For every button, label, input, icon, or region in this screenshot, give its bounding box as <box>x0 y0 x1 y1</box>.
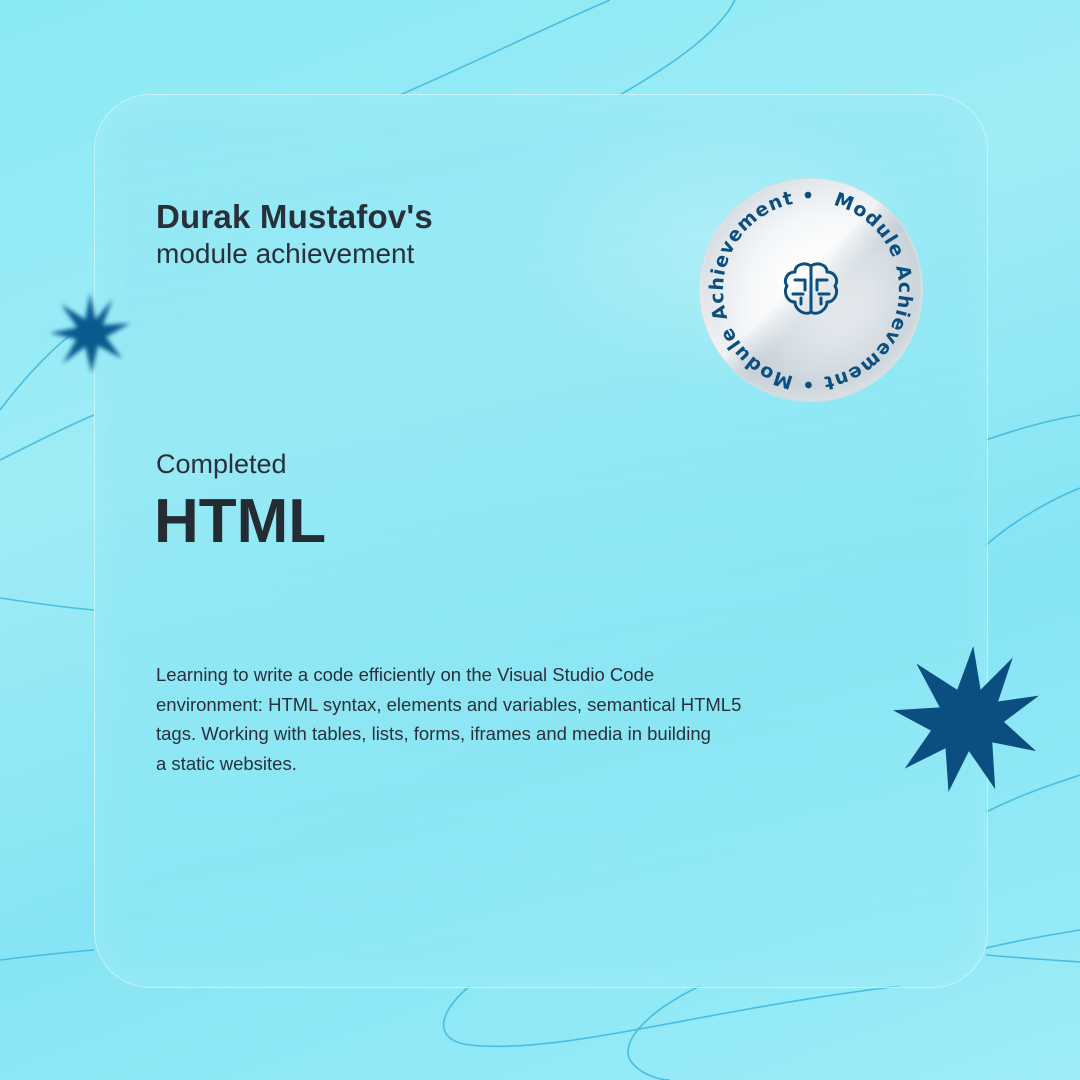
description-line: Learning to write a code efficiently on … <box>156 664 655 685</box>
owner-name: Durak Mustafov's <box>156 198 433 235</box>
star-burst-decoration-right <box>893 646 1039 792</box>
description-line: tags. Working with tables, lists, forms,… <box>156 723 711 744</box>
star-burst-decoration-left <box>50 293 130 373</box>
owner-subtitle: module achievement <box>156 238 415 269</box>
module-description: Learning to write a code efficiently on … <box>156 660 796 778</box>
achievement-badge: Module Achievement • Module Achievement … <box>699 178 923 402</box>
description-line: environment: HTML syntax, elements and v… <box>156 693 742 715</box>
completion-status: Completed <box>156 449 287 479</box>
description-line: a static websites. <box>156 752 297 774</box>
module-title: HTML <box>154 487 327 556</box>
